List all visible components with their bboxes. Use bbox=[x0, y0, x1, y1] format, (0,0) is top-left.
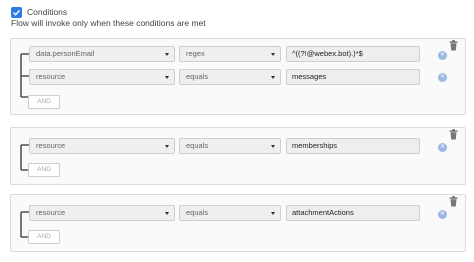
field-select[interactable]: data.personEmail bbox=[29, 46, 175, 62]
chevron-down-icon bbox=[165, 145, 169, 148]
conditions-checkbox[interactable] bbox=[11, 6, 22, 18]
condition-row: resource equals memberships ✕ bbox=[11, 138, 465, 154]
chevron-down-icon bbox=[165, 53, 169, 56]
trash-icon[interactable] bbox=[449, 129, 458, 140]
condition-row: data.personEmail regex ^((?!@webex.bot).… bbox=[11, 46, 465, 62]
checkmark-icon bbox=[13, 9, 21, 16]
and-button[interactable]: AND bbox=[28, 163, 60, 177]
value-input[interactable]: memberships bbox=[286, 138, 420, 154]
and-button[interactable]: AND bbox=[28, 95, 60, 109]
chevron-down-icon bbox=[271, 145, 275, 148]
trash-icon[interactable] bbox=[449, 40, 458, 51]
condition-row: resource equals attachmentActions ✕ bbox=[11, 205, 465, 221]
operator-select[interactable]: regex bbox=[179, 46, 281, 62]
remove-condition-button[interactable]: ✕ bbox=[438, 73, 447, 82]
condition-row: resource equals messages ✕ bbox=[11, 69, 465, 85]
field-select[interactable]: resource bbox=[29, 205, 175, 221]
remove-condition-button[interactable]: ✕ bbox=[438, 210, 447, 219]
chevron-down-icon bbox=[271, 212, 275, 215]
value-input[interactable]: ^((?!@webex.bot).)*$ bbox=[286, 46, 420, 62]
condition-group: resource equals memberships ✕ AND bbox=[10, 127, 466, 185]
chevron-down-icon bbox=[271, 53, 275, 56]
operator-select[interactable]: equals bbox=[179, 138, 281, 154]
trash-icon[interactable] bbox=[449, 196, 458, 207]
field-select[interactable]: resource bbox=[29, 69, 175, 85]
chevron-down-icon bbox=[165, 76, 169, 79]
conditions-header: Conditions bbox=[11, 5, 67, 19]
value-input[interactable]: attachmentActions bbox=[286, 205, 420, 221]
chevron-down-icon bbox=[271, 76, 275, 79]
condition-group: data.personEmail regex ^((?!@webex.bot).… bbox=[10, 38, 466, 115]
field-select[interactable]: resource bbox=[29, 138, 175, 154]
conditions-label: Conditions bbox=[27, 7, 68, 17]
conditions-subtitle: Flow will invoke only when these conditi… bbox=[11, 18, 206, 28]
remove-condition-button[interactable]: ✕ bbox=[438, 143, 447, 152]
operator-select[interactable]: equals bbox=[179, 205, 281, 221]
remove-condition-button[interactable]: ✕ bbox=[438, 51, 447, 60]
and-button[interactable]: AND bbox=[28, 230, 60, 244]
operator-select[interactable]: equals bbox=[179, 69, 281, 85]
value-input[interactable]: messages bbox=[286, 69, 420, 85]
chevron-down-icon bbox=[165, 212, 169, 215]
condition-group: resource equals attachmentActions ✕ AND bbox=[10, 194, 466, 252]
